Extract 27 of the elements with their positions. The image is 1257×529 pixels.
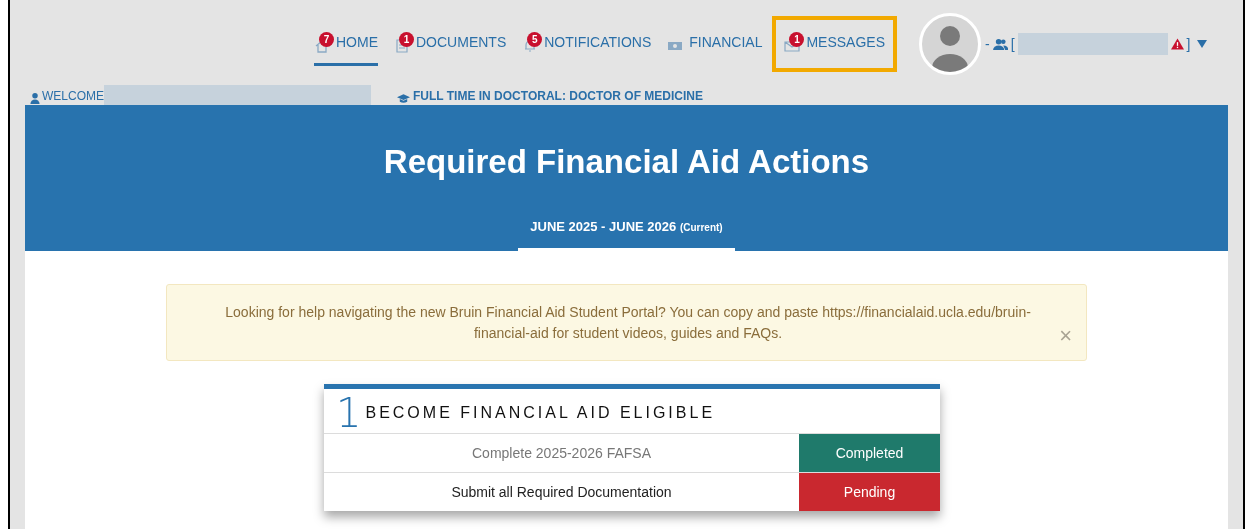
count-badge: 5 bbox=[527, 32, 543, 47]
task-cell-text: Complete 2025-2026 FAFSA bbox=[471, 443, 652, 463]
bracket: ] bbox=[1186, 34, 1191, 54]
alert-message: Looking for help navigating the new Bruin Financial Aid Student Portal? You can copy and paste https://financialaid.ucla.edu/bruin-financial-aid for student videos, guides and FAQs. bbox=[224, 302, 1032, 343]
status-cell: Pending bbox=[799, 473, 940, 511]
graduation-cap-icon bbox=[397, 94, 410, 104]
caret-icon[interactable] bbox=[1197, 40, 1208, 48]
step-number: 1 bbox=[336, 393, 362, 433]
nav-tab[interactable]: 1 MESSAGES bbox=[784, 22, 886, 66]
users-icon bbox=[992, 37, 1008, 51]
count-badge: 1 bbox=[399, 32, 414, 47]
step-title: BECOME FINANCIAL AID ELIGIBLE bbox=[365, 403, 716, 423]
nav-tab[interactable]: 7 HOME bbox=[314, 22, 378, 66]
welcome-label: WELCOME bbox=[42, 88, 104, 105]
nav-tab[interactable]: 5 NOTIFICATIONS bbox=[522, 22, 652, 66]
task-cell-text: Submit all Required Documentation bbox=[450, 482, 673, 502]
program-label: FULL TIME IN DOCTORAL: DOCTOR OF MEDICINE bbox=[413, 88, 703, 105]
page-title: Required Financial Aid Actions bbox=[383, 142, 870, 182]
bracket: [ bbox=[1010, 34, 1015, 54]
status-cell: Completed bbox=[799, 434, 940, 472]
nav-tab[interactable]: 1 DOCUMENTS bbox=[394, 22, 507, 66]
user-prefix: - bbox=[985, 34, 990, 54]
count-badge: 7 bbox=[319, 32, 334, 47]
period-tab[interactable]: JUNE 2025 - JUNE 2026 (Current) bbox=[518, 216, 735, 251]
count-badge: 1 bbox=[789, 32, 805, 47]
money-icon bbox=[667, 39, 684, 53]
nav-tab[interactable]: FINANCIAL bbox=[667, 22, 763, 66]
